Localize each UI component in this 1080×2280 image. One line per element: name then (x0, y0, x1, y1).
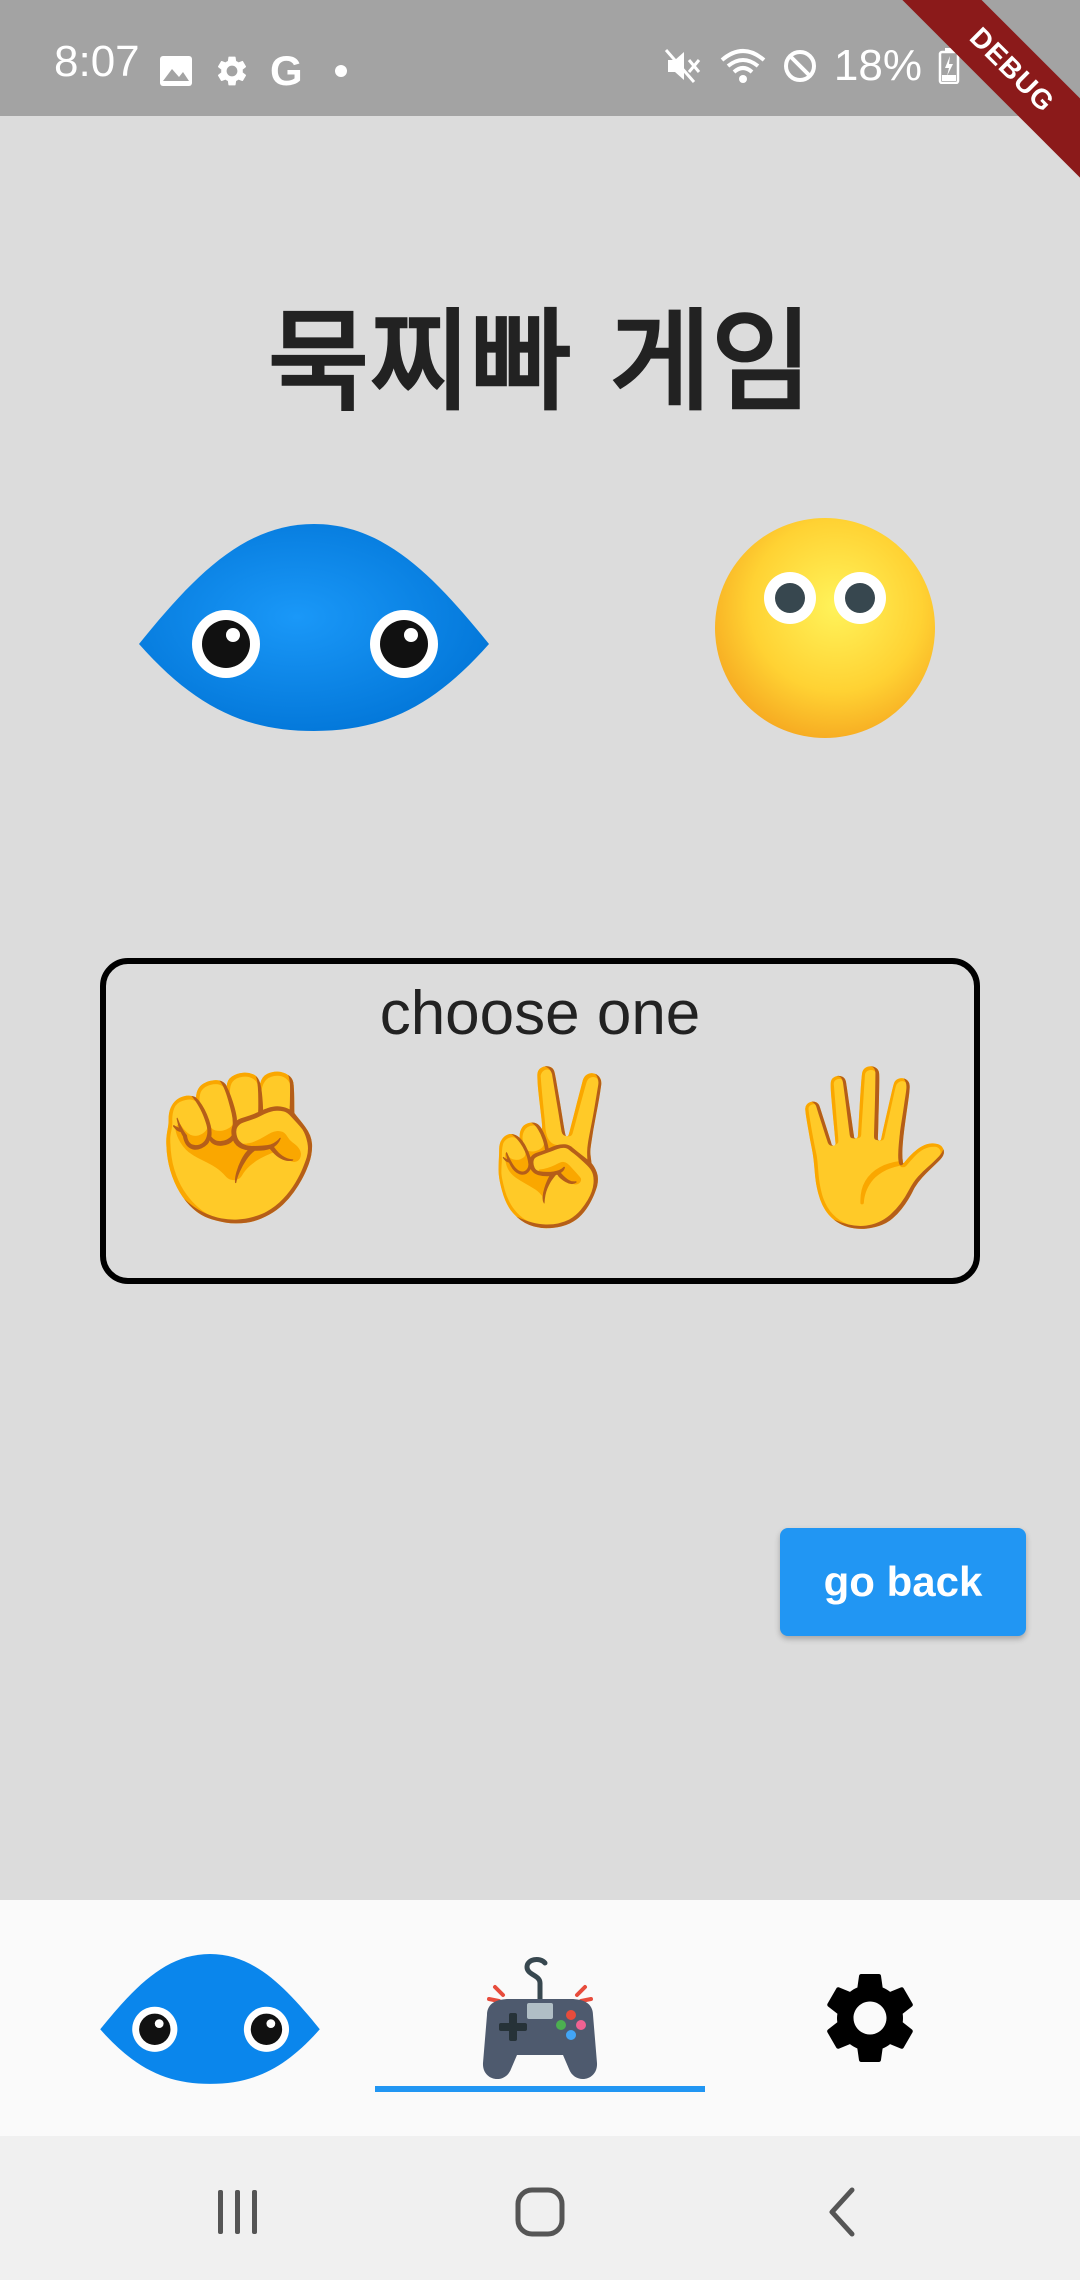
page-title: 묵찌빠 게임 (267, 298, 813, 426)
open-hand-icon: 🖐️ (776, 1065, 961, 1230)
home-button[interactable] (500, 2172, 580, 2252)
image-icon (160, 56, 192, 86)
fist-icon: ✊ (146, 1065, 331, 1230)
back-button[interactable] (804, 2172, 884, 2252)
system-nav-bar (0, 2136, 1080, 2280)
choose-panel: choose one ✊ ✌️ 🖐️ (100, 958, 980, 1284)
rock-button[interactable]: ✊ (146, 1074, 330, 1222)
selected-tab-indicator (375, 2086, 705, 2092)
blob-icon (100, 1954, 320, 2084)
bottom-tab-bar (0, 1900, 1080, 2136)
battery-icon (938, 48, 960, 84)
blob-character-icon (139, 524, 489, 731)
choose-title: choose one (379, 979, 701, 1048)
block-icon (783, 50, 816, 82)
go-back-button[interactable]: go back (780, 1528, 1026, 1636)
gear-icon (217, 56, 247, 86)
recent-apps-icon (218, 2190, 257, 2234)
mute-icon (664, 49, 701, 83)
tab-settings[interactable] (720, 1900, 1020, 2136)
back-icon (829, 2187, 855, 2237)
battery-text: 18% (833, 41, 922, 90)
recent-apps-button[interactable] (198, 2172, 278, 2252)
status-time: 8:07 (54, 37, 140, 86)
victory-hand-icon: ✌️ (458, 1065, 643, 1230)
status-bar: 8:07 G 18% (0, 0, 1080, 116)
tab-character[interactable] (60, 1900, 360, 2136)
tab-game[interactable] (375, 1900, 705, 2136)
home-icon (515, 2187, 565, 2237)
status-left-icons: G (158, 50, 347, 92)
scissors-button[interactable]: ✌️ (458, 1074, 642, 1222)
dot-icon (334, 65, 347, 77)
yellow-face-icon (715, 518, 935, 738)
wifi-icon (720, 49, 766, 83)
status-right: 18% (664, 44, 960, 88)
google-icon: G (270, 47, 303, 94)
gamepad-icon (482, 1957, 598, 2080)
gear-icon (827, 1974, 913, 2062)
paper-button[interactable]: 🖐️ (776, 1074, 960, 1222)
